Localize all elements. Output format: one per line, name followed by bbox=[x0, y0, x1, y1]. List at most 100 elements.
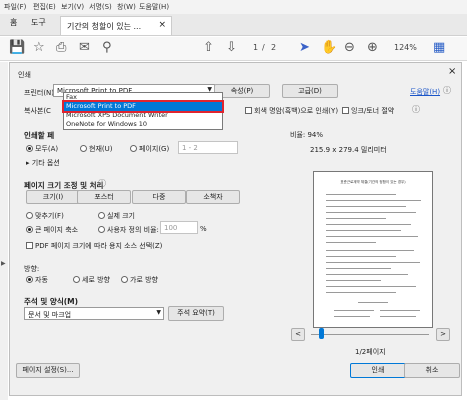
mail-icon[interactable]: ✉ bbox=[79, 40, 90, 56]
pdf-paper-source-label: PDF 페이지 크기에 따라 용지 소스 선택(Z) bbox=[35, 242, 163, 250]
print-dialog: 인쇄 × 프린터(N): Microsoft Print to PDF ▼ 속성… bbox=[9, 62, 462, 396]
help-link[interactable]: 도움말(H) bbox=[410, 87, 440, 97]
custom-scale-option[interactable]: 사용자 정의 비율: bbox=[98, 225, 159, 235]
hand-icon[interactable]: ✋ bbox=[321, 40, 337, 56]
summarize-comments-button[interactable]: 주석 요약(T) bbox=[168, 306, 224, 321]
custom-scale-input[interactable]: 100 bbox=[160, 221, 198, 234]
tab-tools[interactable]: 도구 bbox=[31, 17, 46, 28]
zoom-out-icon[interactable]: ⊖ bbox=[344, 40, 355, 56]
close-icon[interactable]: × bbox=[448, 66, 456, 77]
range-current-label: 현재(U) bbox=[89, 145, 113, 153]
printer-option-xps[interactable]: Microsoft XPS Document Writer bbox=[64, 111, 222, 120]
size-button[interactable]: 크기(I) bbox=[26, 190, 80, 204]
range-pages-option[interactable]: 페이지(G) bbox=[130, 144, 169, 154]
ink-saver-label: 잉크/토너 절약 bbox=[351, 107, 395, 115]
tab-home[interactable]: 홈 bbox=[10, 17, 17, 28]
zoom-level[interactable]: 124% bbox=[394, 43, 417, 52]
orient-portrait-option[interactable]: 세로 방향 bbox=[73, 275, 110, 285]
range-all-option[interactable]: 모두(A) bbox=[26, 144, 58, 154]
search-icon[interactable]: ⚲ bbox=[102, 40, 112, 56]
booklet-button[interactable]: 소책자 bbox=[186, 190, 240, 204]
page-separator: / bbox=[262, 43, 265, 52]
printer-option-onenote[interactable]: OneNote for Windows 10 bbox=[64, 120, 222, 129]
save-icon[interactable]: 💾 bbox=[9, 40, 25, 56]
grayscale-label: 회색 명암(흑백)으로 인쇄(Y) bbox=[254, 107, 339, 115]
print-icon[interactable]: ⎙ bbox=[56, 40, 66, 56]
orient-portrait-radio[interactable] bbox=[73, 276, 80, 283]
copies-label: 복사본(C bbox=[24, 107, 51, 115]
dialog-title: 인쇄 bbox=[18, 71, 31, 79]
orient-landscape-radio[interactable] bbox=[121, 276, 128, 283]
page-setup-button[interactable]: 페이지 설정(S)... bbox=[16, 363, 80, 378]
menu-file[interactable]: 파일(F) bbox=[4, 2, 26, 12]
poster-button[interactable]: 포스터 bbox=[77, 190, 131, 204]
orient-auto-radio[interactable] bbox=[26, 276, 33, 283]
info-icon[interactable]: ⓘ bbox=[98, 178, 106, 189]
comments-header: 주석 및 양식(M) bbox=[24, 297, 79, 306]
custom-scale-label: 사용자 정의 비율: bbox=[107, 226, 159, 234]
shrink-label: 큰 페이지 축소 bbox=[35, 226, 79, 234]
star-icon[interactable]: ☆ bbox=[33, 40, 45, 56]
menu-view[interactable]: 보기(V) bbox=[61, 2, 84, 12]
shrink-radio[interactable] bbox=[26, 226, 33, 233]
info-icon[interactable]: ⓘ bbox=[443, 85, 451, 96]
info-icon[interactable]: ⓘ bbox=[412, 104, 420, 115]
shrink-option[interactable]: 큰 페이지 축소 bbox=[26, 225, 78, 235]
page-slider-track[interactable] bbox=[311, 334, 429, 335]
page-up-icon[interactable]: ⇧ bbox=[203, 40, 214, 56]
pdf-paper-source-checkbox[interactable] bbox=[26, 242, 33, 249]
menu-window[interactable]: 창(W) bbox=[117, 2, 136, 12]
comments-value: 문서 및 마크업 bbox=[28, 311, 72, 319]
comments-select[interactable]: 문서 및 마크업 ▼ bbox=[24, 307, 164, 320]
grayscale-checkbox[interactable] bbox=[245, 107, 252, 114]
chevron-down-icon: ▼ bbox=[156, 309, 161, 316]
grayscale-option[interactable]: 회색 명암(흑백)으로 인쇄(Y) bbox=[245, 106, 338, 116]
actual-size-label: 실제 크기 bbox=[107, 212, 135, 220]
range-pages-radio[interactable] bbox=[130, 145, 137, 152]
actual-size-radio[interactable] bbox=[98, 212, 105, 219]
range-header: 인쇄할 페 bbox=[24, 131, 55, 140]
page-range-input[interactable]: 1 - 2 bbox=[178, 141, 238, 154]
next-page-button[interactable]: > bbox=[436, 328, 450, 341]
menu-sign[interactable]: 서명(S) bbox=[89, 2, 112, 12]
print-button[interactable]: 인쇄 bbox=[350, 363, 406, 378]
fit-radio[interactable] bbox=[26, 212, 33, 219]
page-slider-thumb[interactable] bbox=[319, 328, 324, 339]
preview-page: 표준근로계약 체결(기간의 정함이 있는 경우) bbox=[313, 171, 433, 328]
menu-edit[interactable]: 편집(E) bbox=[33, 2, 56, 12]
custom-scale-radio[interactable] bbox=[98, 226, 105, 233]
pdf-paper-source-option[interactable]: PDF 페이지 크기에 따라 용지 소스 선택(Z) bbox=[26, 241, 162, 251]
view-mode-icon[interactable]: ▦ bbox=[433, 40, 445, 56]
orient-auto-option[interactable]: 자동 bbox=[26, 275, 48, 285]
menu-help[interactable]: 도움말(H) bbox=[139, 2, 169, 12]
orient-landscape-option[interactable]: 가로 방향 bbox=[121, 275, 158, 285]
printer-option-fax[interactable]: Fax bbox=[64, 93, 222, 102]
orientation-header: 방향: bbox=[24, 265, 40, 273]
range-current-radio[interactable] bbox=[80, 145, 87, 152]
page-indicator: 1/2페이지 bbox=[355, 348, 386, 356]
advanced-button[interactable]: 고급(D) bbox=[282, 84, 338, 98]
close-icon[interactable]: × bbox=[158, 20, 166, 30]
printer-option-pdf[interactable]: Microsoft Print to PDF bbox=[62, 100, 224, 113]
cancel-button[interactable]: 취소 bbox=[404, 363, 460, 378]
more-options-label: 기타 옵션 bbox=[31, 159, 60, 167]
percent-sign: % bbox=[200, 225, 207, 233]
range-all-radio[interactable] bbox=[26, 145, 33, 152]
zoom-in-icon[interactable]: ⊕ bbox=[367, 40, 378, 56]
select-cursor-icon[interactable]: ➤ bbox=[299, 40, 310, 56]
toolbar: 💾 ☆ ⎙ ✉ ⚲ ⇧ ⇩ 1 / 2 ➤ ✋ ⊖ ⊕ 124% ▦ bbox=[0, 37, 467, 61]
multiple-button[interactable]: 다중 bbox=[132, 190, 186, 204]
more-options-toggle[interactable]: ▸ 기타 옵션 bbox=[26, 158, 60, 168]
page-down-icon[interactable]: ⇩ bbox=[226, 40, 237, 56]
tab-document[interactable]: 기간의 청할이 있는 ... × bbox=[60, 16, 172, 35]
current-page[interactable]: 1 bbox=[253, 43, 258, 52]
ink-saver-option[interactable]: 잉크/토너 절약 bbox=[342, 106, 394, 116]
preview-heading: 표준근로계약 체결(기간의 정함이 있는 경우) bbox=[340, 180, 406, 184]
expand-arrow-icon[interactable]: ▶ bbox=[1, 260, 6, 267]
range-current-option[interactable]: 현재(U) bbox=[80, 144, 112, 154]
scale-label: 비율: 94% bbox=[290, 131, 324, 139]
prev-page-button[interactable]: < bbox=[291, 328, 305, 341]
ink-saver-checkbox[interactable] bbox=[342, 107, 349, 114]
fit-option[interactable]: 맞추기(F) bbox=[26, 211, 64, 221]
actual-size-option[interactable]: 실제 크기 bbox=[98, 211, 135, 221]
